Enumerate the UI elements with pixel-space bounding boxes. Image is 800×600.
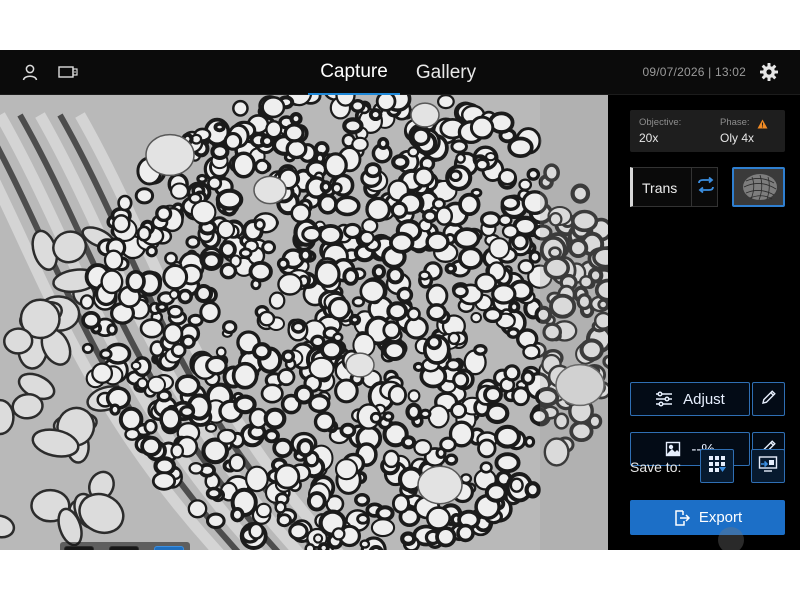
touch-indicator	[718, 527, 744, 550]
export-label: Export	[698, 509, 743, 526]
measure-tool-button[interactable]	[109, 546, 139, 550]
phase-label: Phase:	[720, 117, 750, 128]
grid-tool-button[interactable]	[64, 546, 94, 550]
camera-icon[interactable]	[57, 61, 79, 83]
phase-value: Oly 4x	[720, 131, 755, 145]
viewer-toolbar	[60, 542, 190, 550]
sliders-icon	[655, 391, 673, 407]
adjust-label: Adjust	[683, 390, 725, 408]
export-icon	[673, 509, 691, 527]
pencil-icon	[761, 389, 777, 410]
mode-label: Trans	[642, 180, 678, 196]
preview-thumbnail[interactable]	[732, 167, 785, 207]
tab-capture-label: Capture	[320, 60, 388, 82]
microscope-image	[0, 95, 608, 550]
save-to-label: Save to:	[630, 459, 682, 475]
export-button[interactable]: Export	[630, 500, 785, 535]
color-tool-button[interactable]	[154, 546, 184, 550]
tab-gallery-label: Gallery	[415, 61, 477, 83]
objective-label: Objective:	[639, 117, 682, 128]
warning-icon	[757, 116, 768, 134]
edit-adjust-button[interactable]	[752, 382, 785, 416]
save-network-button[interactable]	[751, 449, 785, 483]
save-local-button[interactable]	[700, 449, 734, 483]
swap-icon	[697, 176, 715, 198]
live-image-viewer[interactable]	[0, 95, 608, 550]
gear-icon[interactable]	[758, 61, 780, 83]
top-bar: Capture Gallery 09/07/2026 | 13:02	[0, 50, 800, 95]
tab-gallery[interactable]: Gallery	[406, 50, 486, 95]
microscope-app: Capture Gallery 09/07/2026 | 13:02 Objec…	[0, 50, 800, 550]
adjust-button[interactable]: Adjust	[630, 382, 750, 416]
objective-value: 20x	[639, 131, 659, 145]
tab-capture[interactable]: Capture	[308, 50, 400, 95]
date-time: 09/07/2026 | 13:02	[642, 65, 746, 79]
local-storage-icon	[707, 454, 727, 479]
illumination-mode: Trans	[630, 167, 718, 207]
mode-swap-button[interactable]	[691, 168, 719, 206]
image-exposure-icon	[665, 441, 681, 457]
user-icon[interactable]	[19, 61, 41, 83]
network-share-icon	[758, 455, 778, 478]
optics-info: Objective: 20x Phase: Oly 4x	[630, 110, 785, 152]
control-panel: Objective: 20x Phase: Oly 4x Trans Adjus…	[608, 95, 800, 550]
